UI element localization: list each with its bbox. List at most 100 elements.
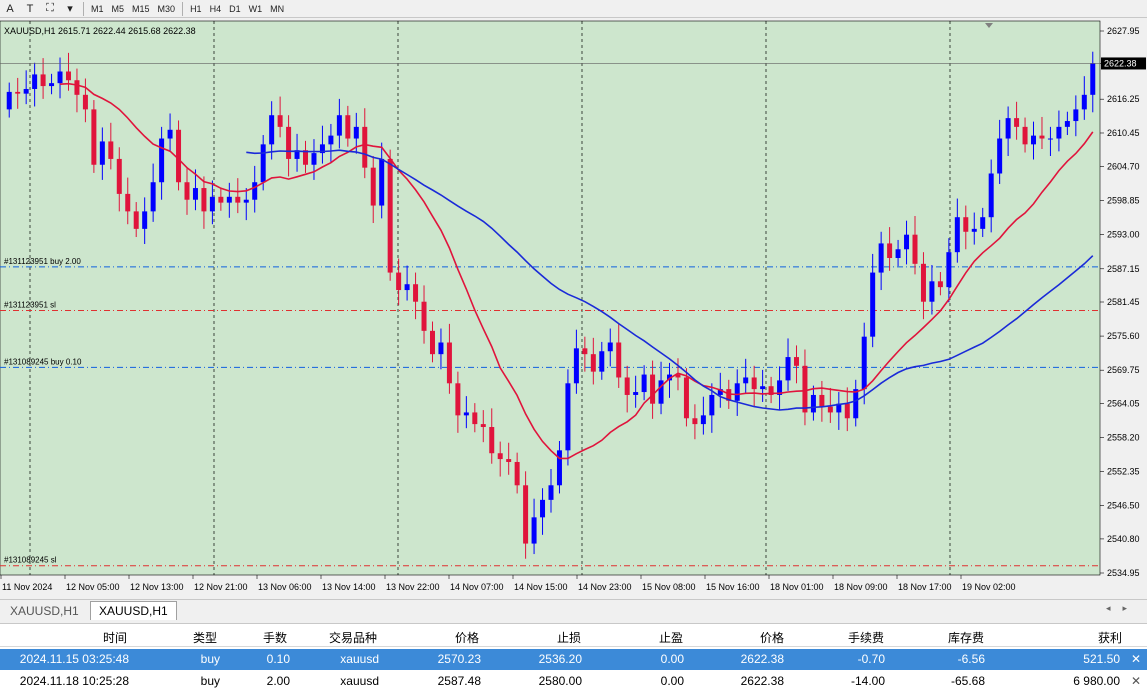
current-price-label: 2622.38 xyxy=(1104,58,1137,68)
header-price[interactable]: 价格 xyxy=(455,629,479,646)
cell-type: buy xyxy=(200,674,220,688)
time-axis-label: 12 Nov 21:00 xyxy=(194,582,248,592)
price-tick-label: 2598.85 xyxy=(1107,196,1140,206)
tab-xauusd-h1-2[interactable]: XAUUSD,H1 xyxy=(90,601,177,620)
cell-symbol: xauusd xyxy=(340,674,379,688)
candle-body xyxy=(929,281,935,302)
cell-sl: 2536.20 xyxy=(538,652,582,666)
header-commission[interactable]: 手续费 xyxy=(848,629,884,646)
tab-xauusd-h1-1[interactable]: XAUUSD,H1 xyxy=(2,601,87,620)
candle-body xyxy=(785,357,791,381)
time-axis-label: 15 Nov 16:00 xyxy=(706,582,760,592)
candle-body xyxy=(1039,135,1045,139)
cell-commission: -0.70 xyxy=(857,652,885,666)
candle-body xyxy=(963,217,969,232)
time-axis-label: 19 Nov 02:00 xyxy=(962,582,1016,592)
candle-body xyxy=(793,357,799,366)
price-chart[interactable]: 2627.95 2616.25 2610.45 2604.70 2598.85 2593.… xyxy=(0,19,1147,598)
header-tp[interactable]: 止盈 xyxy=(659,629,683,646)
timeframe-m30[interactable]: M30 xyxy=(154,1,180,17)
candle-body xyxy=(142,211,148,229)
candle-body xyxy=(700,415,706,425)
cell-time: 2024.11.15 03:25:48 xyxy=(19,652,129,666)
candle-body xyxy=(235,196,241,203)
candle-body xyxy=(1090,63,1096,95)
header-symbol[interactable]: 交易品种 xyxy=(329,629,377,646)
close-position-icon[interactable]: ✕ xyxy=(1131,652,1141,666)
shapes-icon[interactable]: ⛶ xyxy=(40,1,60,17)
candle-body xyxy=(980,217,986,229)
dropdown-icon[interactable]: ▾ xyxy=(60,1,80,17)
candle-body xyxy=(971,228,977,232)
candle-body xyxy=(582,348,588,355)
font-icon[interactable]: A xyxy=(0,1,20,17)
candle-body xyxy=(1064,121,1070,127)
candle-body xyxy=(243,199,249,203)
trade-row-2[interactable]: 2024.11.18 10:25:28 buy 2.00 xauusd 2587… xyxy=(0,671,1147,692)
candle-body xyxy=(345,115,351,139)
candle-body xyxy=(641,374,647,393)
time-axis-label: 18 Nov 09:00 xyxy=(834,582,888,592)
header-type[interactable]: 类型 xyxy=(193,629,217,646)
time-axis-label: 13 Nov 06:00 xyxy=(258,582,312,592)
cell-swap: -6.56 xyxy=(957,652,985,666)
candle-body xyxy=(472,412,478,425)
candle-body xyxy=(6,91,12,110)
candle-body xyxy=(74,80,80,95)
cell-swap: -65.68 xyxy=(950,674,985,688)
cell-commission: -14.00 xyxy=(850,674,885,688)
timeframe-w1[interactable]: W1 xyxy=(245,1,267,17)
cell-lots: 2.00 xyxy=(266,674,290,688)
candle-body xyxy=(269,115,275,145)
candle-body xyxy=(946,252,952,288)
candle-body xyxy=(480,424,486,428)
candle-body xyxy=(362,126,368,168)
cell-price: 2587.48 xyxy=(437,674,481,688)
cell-price: 2570.23 xyxy=(437,652,481,666)
toolbar-separator xyxy=(83,1,84,16)
timeframe-m15[interactable]: M15 xyxy=(128,1,154,17)
chart-svg[interactable]: 2627.95 2616.25 2610.45 2604.70 2598.85 2593.… xyxy=(0,19,1147,598)
candle-body xyxy=(506,459,512,462)
candle-body xyxy=(616,342,622,378)
price-tick-label: 2564.05 xyxy=(1107,398,1140,408)
candle-body xyxy=(1022,126,1028,145)
timeframe-mn[interactable]: MN xyxy=(266,1,288,17)
header-time[interactable]: 时间 xyxy=(103,629,127,646)
candle-body xyxy=(802,365,808,413)
candle-body xyxy=(336,115,342,136)
tab-scroll-arrows-icon[interactable]: ◂▸ xyxy=(1106,603,1139,614)
candle-body xyxy=(260,144,266,183)
header-swap[interactable]: 库存费 xyxy=(948,629,984,646)
order-line-label: #131123951 sl xyxy=(4,300,56,309)
trade-row-1[interactable]: 2024.11.15 03:25:48 buy 0.10 xauusd 2570… xyxy=(0,649,1147,670)
candle-body xyxy=(573,348,579,384)
header-profit[interactable]: 获利 xyxy=(1098,629,1122,646)
timeframe-h4[interactable]: H4 xyxy=(206,1,226,17)
cell-tp: 0.00 xyxy=(660,652,684,666)
header-sl[interactable]: 止损 xyxy=(557,629,581,646)
candle-body xyxy=(438,342,444,355)
cell-symbol: xauusd xyxy=(340,652,379,666)
price-tick-label: 2593.00 xyxy=(1107,230,1140,240)
candle-body xyxy=(743,377,749,384)
candle-body xyxy=(49,83,55,87)
candle-body xyxy=(709,394,715,416)
timeframe-d1[interactable]: D1 xyxy=(225,1,245,17)
text-label-icon[interactable]: T xyxy=(20,1,40,17)
candle-body xyxy=(514,461,520,486)
header-current-price[interactable]: 价格 xyxy=(760,629,784,646)
timeframe-h1[interactable]: H1 xyxy=(186,1,206,17)
candle-body xyxy=(455,383,461,416)
header-lots[interactable]: 手数 xyxy=(263,629,287,646)
candle-body xyxy=(937,281,943,288)
timeframe-m1[interactable]: M1 xyxy=(87,1,108,17)
candle-body xyxy=(133,211,139,229)
candle-body xyxy=(32,74,38,89)
candle-body xyxy=(125,193,131,212)
close-position-icon[interactable]: ✕ xyxy=(1131,674,1141,688)
timeframe-m5[interactable]: M5 xyxy=(108,1,129,17)
candle-body xyxy=(379,158,385,206)
candle-body xyxy=(878,243,884,273)
candle-body xyxy=(116,158,122,194)
